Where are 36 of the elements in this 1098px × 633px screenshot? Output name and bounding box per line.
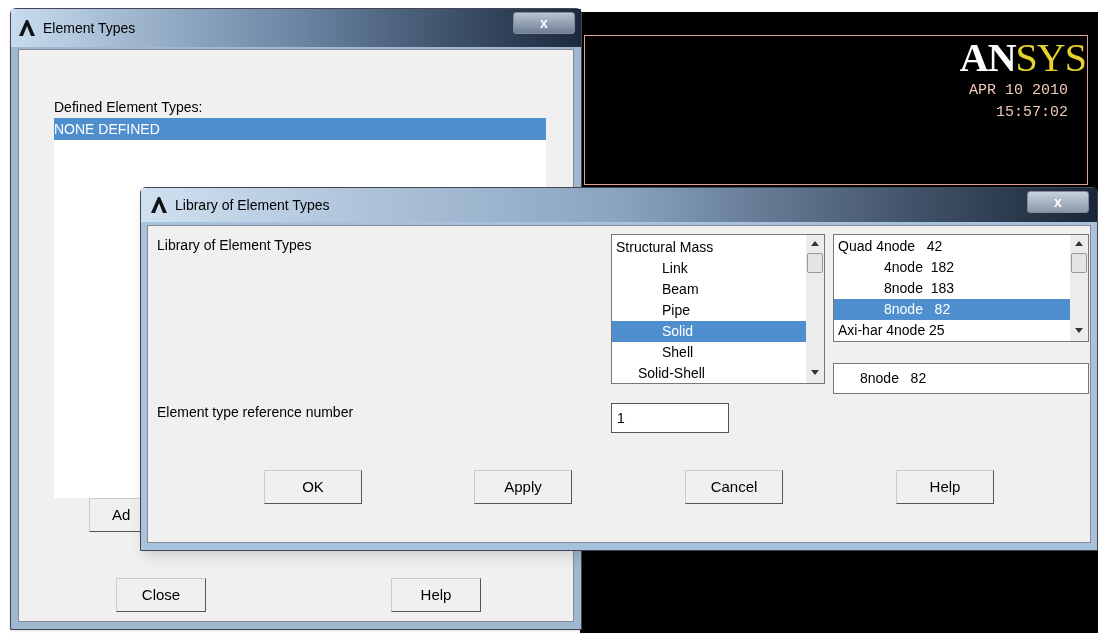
list-item[interactable]: 4node 182 [834,257,1070,278]
date-label: APR 10 2010 [968,82,1068,100]
list-item[interactable]: 8node 183 [834,278,1070,299]
scroll-down-icon[interactable] [811,370,819,375]
window-title: Library of Element Types [175,195,331,215]
reference-number-field[interactable]: 1 [611,403,729,433]
time-label: 15:57:02 [996,104,1068,122]
list-item[interactable]: Axi-har 4node 25 [834,320,1070,341]
ansys-logo: ANSYS [959,36,1086,80]
app-logo-icon [17,19,37,37]
scroll-up-icon[interactable] [1075,241,1083,246]
scroll-down-icon[interactable] [1075,328,1083,333]
scroll-thumb[interactable] [1071,253,1087,273]
scroll-up-icon[interactable] [811,241,819,246]
list-item[interactable]: Link [612,258,806,279]
window-title: Element Types [43,18,137,38]
help-button[interactable]: Help [391,578,481,612]
section-label: Library of Element Types [157,236,312,255]
app-logo-icon [149,196,169,214]
list-item[interactable]: Pipe [612,300,806,321]
list-item[interactable]: Solid-Shell [612,363,806,384]
dialog-button[interactable]: Cancel [685,470,783,504]
reference-number-label: Element type reference number [157,403,354,422]
scroll-thumb[interactable] [807,253,823,273]
list-item[interactable]: Quad 4node 42 [834,236,1070,257]
dialog-button[interactable]: OK [264,470,362,504]
dialog-button[interactable]: Apply [474,470,572,504]
list-label: Defined Element Types: [54,98,203,117]
close-button[interactable]: Close [116,578,206,612]
scrollbar[interactable] [806,235,824,383]
dialog-button[interactable]: Help [896,470,994,504]
scrollbar[interactable] [1070,235,1088,341]
list-item[interactable]: Shell [612,342,806,363]
list-item[interactable]: Beam [612,279,806,300]
selected-type-field[interactable]: 8node 82 [833,363,1089,394]
list-item[interactable]: Structural Mass [612,237,806,258]
